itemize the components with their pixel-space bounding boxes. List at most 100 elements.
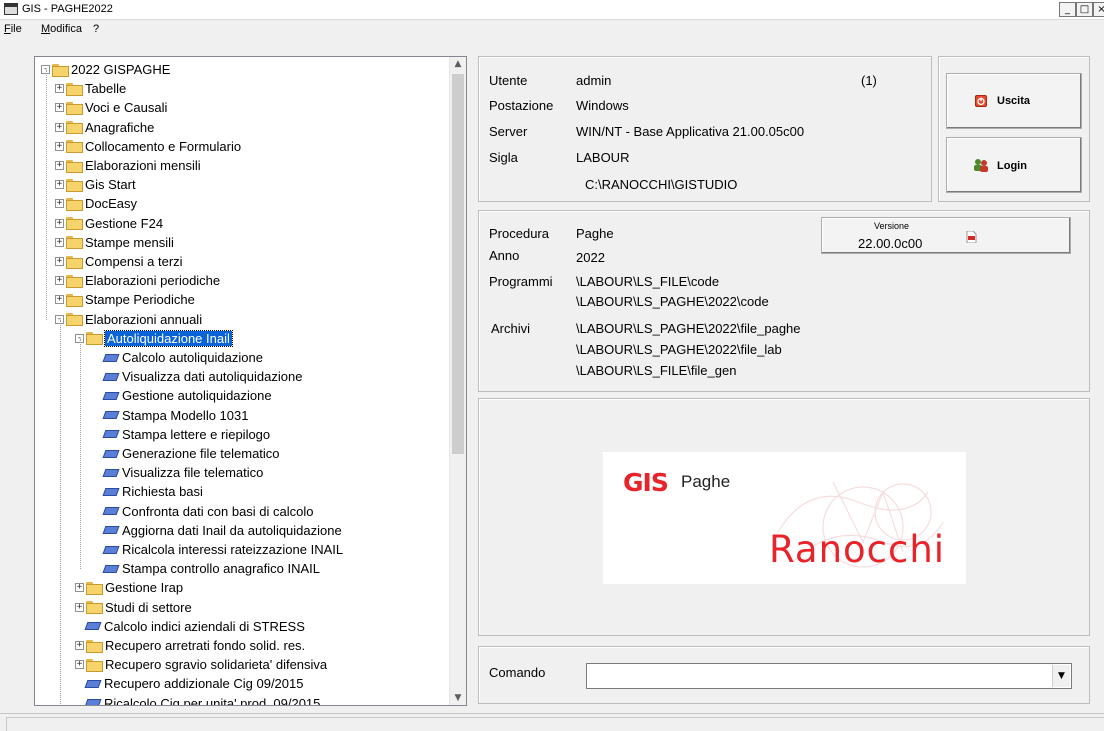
tree-leaf-item[interactable]: Stampa Modello 1031 (93, 406, 248, 425)
versione-label: Versione (874, 221, 910, 231)
expand-icon[interactable]: + (55, 257, 64, 267)
folder-icon (66, 140, 83, 154)
procedura-panel: Procedura Paghe Anno 2022 Programmi \LAB… (478, 210, 1090, 392)
expand-icon[interactable]: + (55, 180, 64, 190)
postazione-value: Windows (576, 98, 629, 113)
tree-folder-item[interactable]: + DocEasy (55, 194, 137, 213)
tree-leaf-item[interactable]: Calcolo indici aziendali di STRESS (75, 617, 305, 636)
versione-button[interactable]: Versione 22.00.0c00 (821, 217, 1071, 254)
folder-icon (66, 159, 83, 173)
tree-leaf-item[interactable]: Aggiorna dati Inail da autoliquidazione (93, 521, 342, 540)
tree-folder-item[interactable]: + Elaborazioni mensili (55, 156, 201, 175)
program-icon (102, 468, 120, 477)
program-icon (102, 372, 120, 381)
tree-folder-item[interactable]: + Gestione Irap (75, 578, 183, 597)
program-icon (102, 391, 120, 400)
tree-folder-item[interactable]: -2022 GISPAGHE (41, 60, 170, 79)
tree-folder-item[interactable]: + Studi di settore (75, 598, 192, 617)
scroll-down-icon[interactable]: ▼ (453, 693, 463, 703)
uscita-button[interactable]: Uscita (946, 73, 1082, 129)
tree-leaf-item[interactable]: Confronta dati con basi di calcolo (93, 502, 314, 521)
maximize-button[interactable]: □ (1076, 2, 1093, 17)
tree-folder-item[interactable]: + Compensi a terzi (55, 252, 183, 271)
tree-leaf-item[interactable]: Visualizza file telematico (93, 463, 263, 482)
close-button[interactable]: × (1093, 2, 1104, 17)
expand-icon[interactable]: + (55, 161, 64, 171)
tree-leaf-item[interactable]: Generazione file telematico (93, 444, 280, 463)
tree-item-label: Elaborazioni periodiche (85, 273, 221, 289)
expand-icon[interactable]: + (55, 295, 64, 305)
chevron-down-icon[interactable]: ▼ (1052, 665, 1070, 687)
tree-folder-item[interactable]: + Stampe mensili (55, 233, 174, 252)
expand-icon[interactable]: + (75, 602, 84, 612)
tree-item-label: DocEasy (85, 196, 138, 212)
expand-icon[interactable]: + (75, 660, 84, 670)
programmi-path-1: \LABOUR\LS_FILE\code (576, 274, 720, 289)
tree-leaf-item[interactable]: Calcolo autoliquidazione (93, 348, 263, 367)
tree-folder-item[interactable]: + Anagrafiche (55, 118, 154, 137)
tree-leaf-item[interactable]: Recupero addizionale Cig 09/2015 (75, 674, 303, 693)
expand-icon[interactable]: + (55, 122, 64, 132)
tree-leaf-item[interactable]: Visualizza dati autoliquidazione (93, 367, 302, 386)
tree-leaf-item[interactable]: Ricalcola interessi rateizzazione INAIL (93, 540, 343, 559)
tree-folder-item[interactable]: + Elaborazioni periodiche (55, 271, 220, 290)
ranocchi-logo-text: Ranocchi (769, 528, 946, 571)
tree-item-label: Anagrafiche (85, 119, 155, 135)
login-button[interactable]: Login (946, 137, 1082, 193)
folder-icon (86, 639, 103, 653)
tree-item-label: Voci e Causali (85, 100, 168, 116)
folder-icon (66, 217, 83, 231)
archivi-label: Archivi (491, 321, 531, 336)
tree-item-label: Gis Start (85, 177, 136, 193)
folder-icon (66, 82, 83, 96)
tree-folder-item[interactable]: + Collocamento e Formulario (55, 137, 241, 156)
tree-leaf-item[interactable]: Ricalcolo Cig per unita' prod. 09/2015 (75, 694, 321, 706)
program-icon (102, 564, 120, 573)
scroll-thumb[interactable] (452, 74, 464, 454)
tree-folder-item[interactable]: + Stampe Periodiche (55, 290, 195, 309)
expand-icon[interactable]: + (55, 237, 64, 247)
tree-folder-item[interactable]: + Gis Start (55, 175, 136, 194)
tree-leaf-item[interactable]: Richiesta basi (93, 482, 203, 501)
tree-leaf-item[interactable]: Stampa lettere e riepilogo (93, 425, 270, 444)
tree-folder-item[interactable]: + Recupero sgravio solidarieta' difensiva (75, 655, 327, 674)
tree-item-label: Elaborazioni mensili (85, 158, 201, 173)
comando-combobox[interactable]: ▼ (586, 663, 1072, 689)
minimize-button[interactable]: _ (1059, 2, 1076, 17)
install-path: C:\RANOCCHI\GISTUDIO (585, 177, 738, 192)
folder-icon (66, 236, 83, 250)
expand-icon[interactable]: + (75, 583, 84, 593)
expand-icon[interactable]: + (55, 276, 64, 286)
navigation-tree[interactable]: ▲ ▼ -2022 GISPAGHE + Tabelle + Voci e Causal… (34, 56, 467, 706)
tree-scrollbar[interactable]: ▲ ▼ (449, 57, 466, 705)
menu-modifica[interactable]: Modifica (41, 23, 82, 35)
paghe-logo-text: Paghe (681, 472, 731, 491)
tree-folder-item[interactable]: + Tabelle (55, 79, 126, 98)
procedura-label: Procedura (489, 226, 549, 241)
tree-leaf-item[interactable]: Gestione autoliquidazione (93, 386, 272, 405)
tree-item-label: Stampa Modello 1031 (122, 407, 249, 423)
tree-leaf-item[interactable]: Stampa controllo anagrafico INAIL (93, 559, 320, 578)
expand-icon[interactable]: + (75, 641, 84, 651)
tree-item-label: Elaborazioni annuali (85, 311, 203, 327)
tree-item-label: Richiesta basi (122, 484, 203, 500)
folder-icon (52, 63, 69, 77)
tree-folder-item[interactable]: + Gestione F24 (55, 214, 163, 233)
tree-folder-item[interactable]: + Voci e Causali (55, 98, 167, 117)
gis-logo-text: GIS (623, 468, 669, 497)
menu-file[interactable]: File (4, 23, 22, 35)
tree-folder-item[interactable]: - Elaborazioni annuali (55, 310, 202, 329)
tree-folder-item[interactable]: - Autoliquidazione Inail (75, 329, 233, 348)
expand-icon[interactable]: + (55, 199, 64, 209)
tree-folder-item[interactable]: + Recupero arretrati fondo solid. res. (75, 636, 305, 655)
tree-item-label: Gestione Irap (105, 580, 184, 596)
tree-item-label: Ricalcolo Cig per unita' prod. 09/2015 (104, 695, 321, 706)
expand-icon[interactable]: + (55, 218, 64, 228)
expand-icon[interactable]: + (55, 141, 64, 151)
tree-item-label: Confronta dati con basi di calcolo (122, 503, 314, 519)
expand-icon[interactable]: + (55, 103, 64, 113)
tree-item-label: Calcolo indici aziendali di STRESS (104, 618, 305, 634)
menu-help[interactable]: ? (93, 23, 99, 35)
scroll-up-icon[interactable]: ▲ (453, 59, 463, 69)
expand-icon[interactable]: + (55, 84, 64, 94)
